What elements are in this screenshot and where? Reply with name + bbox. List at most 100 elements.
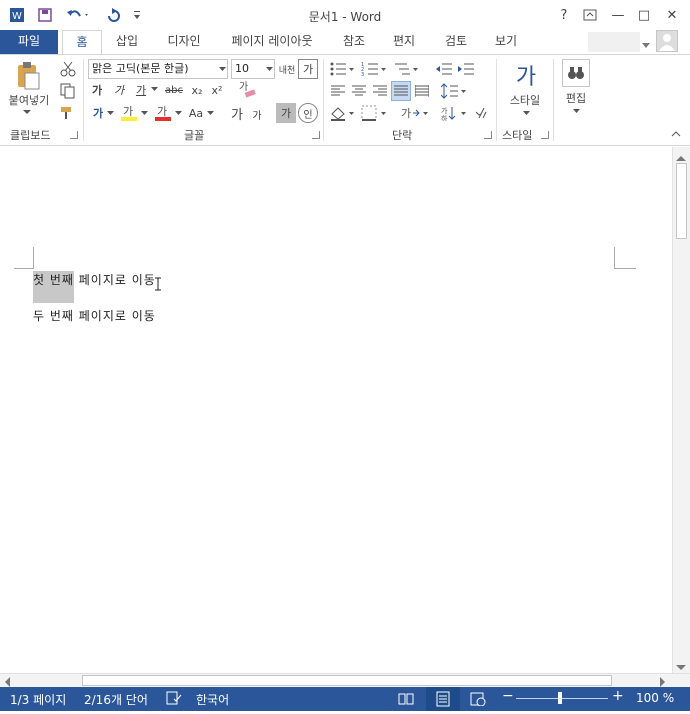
avatar[interactable] (656, 30, 678, 52)
paragraph-launcher-icon[interactable] (484, 131, 492, 139)
highlight-dropdown-icon[interactable] (140, 109, 148, 117)
font-color-dropdown-icon[interactable] (174, 109, 182, 117)
zoom-slider[interactable] (516, 698, 608, 699)
binoculars-icon[interactable] (562, 59, 590, 87)
editing-dropdown-icon[interactable] (572, 107, 580, 115)
shrink-font-icon[interactable]: 가 (248, 105, 266, 123)
show-marks-icon[interactable] (472, 103, 492, 123)
change-case-dropdown-icon[interactable] (206, 109, 214, 117)
justify-icon[interactable] (391, 81, 411, 101)
clipboard-launcher-icon[interactable] (70, 131, 78, 139)
align-left-icon[interactable] (328, 81, 348, 101)
tab-references[interactable]: 참조 (334, 30, 374, 54)
distributed-icon[interactable] (412, 81, 432, 101)
vertical-scroll-thumb[interactable] (676, 163, 687, 239)
scroll-down-icon[interactable] (676, 660, 688, 670)
tab-home[interactable]: 홈 (62, 30, 102, 55)
styles-launcher-icon[interactable] (541, 131, 549, 139)
styles-icon[interactable]: 가 (508, 57, 544, 93)
text-direction-icon[interactable]: 가 (400, 103, 430, 123)
font-name-combo[interactable]: 맑은 고딕(본문 한글) (88, 59, 228, 79)
page-count[interactable]: 1/3 페이지 (10, 691, 66, 708)
copy-icon[interactable] (58, 81, 78, 101)
multilevel-list-icon[interactable] (392, 59, 420, 79)
paste-icon[interactable] (8, 59, 48, 93)
language-indicator[interactable]: 한국어 (196, 691, 229, 708)
shading-icon[interactable] (328, 103, 356, 123)
proofing-icon[interactable] (166, 691, 182, 708)
font-launcher-icon[interactable] (312, 131, 320, 139)
grow-font-icon[interactable]: 가 (228, 103, 246, 123)
account-dropdown-icon[interactable] (642, 38, 650, 48)
clear-formatting-icon[interactable]: 가 (236, 79, 258, 101)
word-count[interactable]: 2/16개 단어 (84, 691, 148, 708)
cut-icon[interactable] (58, 59, 78, 79)
vertical-scrollbar[interactable] (672, 147, 690, 673)
editing-button[interactable]: 편집 (558, 91, 594, 105)
decrease-indent-icon[interactable] (434, 59, 454, 79)
italic-icon[interactable]: 가 (110, 81, 128, 99)
tab-view[interactable]: 보기 (486, 30, 526, 54)
borders-icon[interactable] (360, 103, 388, 123)
underline-dropdown-icon[interactable] (150, 85, 158, 93)
document-paragraph-1[interactable]: 첫 번째 페이지로 이동 (33, 271, 156, 303)
tab-design[interactable]: 디자인 (158, 30, 210, 54)
account-name[interactable] (588, 32, 640, 52)
phonetic-guide-icon[interactable]: 내천 (278, 59, 296, 79)
enclosed-char-icon[interactable]: 인 (298, 103, 318, 123)
styles-dropdown-icon[interactable] (522, 109, 530, 117)
char-shading-icon[interactable]: 가 (276, 103, 296, 123)
horizontal-scrollbar[interactable] (0, 673, 690, 687)
strikethrough-icon[interactable]: abc (162, 81, 186, 99)
align-right-icon[interactable] (370, 81, 390, 101)
underline-icon[interactable]: 가 (132, 81, 150, 99)
enclose-char-icon[interactable]: 가 (298, 59, 318, 79)
bullets-icon[interactable] (328, 59, 356, 79)
increase-indent-icon[interactable] (456, 59, 476, 79)
numbering-icon[interactable]: 123 (360, 59, 388, 79)
svg-text:가: 가 (441, 106, 448, 115)
line-spacing-icon[interactable] (440, 81, 468, 101)
tab-page-layout[interactable]: 페이지 레이아웃 (220, 30, 324, 54)
maximize-button[interactable]: □ (632, 5, 656, 25)
document-paragraph-2[interactable]: 두 번째 페이지로 이동 (33, 307, 156, 324)
minimize-button[interactable]: — (606, 5, 630, 25)
read-mode-icon[interactable] (398, 692, 414, 709)
format-painter-icon[interactable] (58, 103, 78, 123)
selected-text[interactable]: 첫 번째 (33, 271, 74, 303)
highlight-icon[interactable]: 가 (118, 101, 140, 123)
text-effects-dropdown-icon[interactable] (106, 109, 114, 117)
font-name-dropdown-icon[interactable] (218, 65, 226, 73)
bold-icon[interactable]: 가 (88, 81, 106, 99)
scroll-up-icon[interactable] (676, 150, 688, 161)
zoom-level[interactable]: 100 % (636, 691, 674, 705)
tab-file[interactable]: 파일 (0, 30, 58, 54)
ribbon-display-icon[interactable] (578, 5, 602, 25)
web-layout-icon[interactable] (470, 692, 486, 709)
subscript-icon[interactable]: x₂ (188, 81, 206, 99)
font-size-dropdown-icon[interactable] (265, 65, 273, 73)
help-button[interactable]: ? (552, 5, 576, 25)
paste-dropdown-icon[interactable] (22, 107, 32, 117)
align-center-icon[interactable] (349, 81, 369, 101)
zoom-in-button[interactable]: + (612, 688, 624, 704)
text-effects-icon[interactable]: 가 (88, 103, 108, 123)
zoom-out-button[interactable]: − (502, 688, 514, 704)
close-button[interactable]: ✕ (660, 5, 684, 25)
scroll-left-icon[interactable] (4, 676, 14, 687)
tab-insert[interactable]: 삽입 (106, 30, 148, 54)
tab-review[interactable]: 검토 (436, 30, 476, 54)
print-layout-icon[interactable] (426, 687, 460, 711)
horizontal-scroll-thumb[interactable] (82, 675, 612, 686)
sort-icon[interactable]: 가하 (440, 103, 468, 123)
tab-mailings[interactable]: 편지 (384, 30, 424, 54)
font-color-icon[interactable]: 가 (152, 101, 174, 123)
change-case-icon[interactable]: Aa (186, 103, 206, 123)
document-canvas[interactable]: 첫 번째 페이지로 이동 두 번째 페이지로 이동 (0, 147, 672, 673)
styles-button[interactable]: 스타일 (502, 93, 548, 107)
zoom-slider-thumb[interactable] (558, 692, 562, 704)
collapse-ribbon-icon[interactable] (670, 129, 682, 139)
paste-button[interactable]: 붙여넣기 (4, 93, 54, 107)
superscript-icon[interactable]: x² (208, 81, 226, 99)
scroll-right-icon[interactable] (660, 676, 670, 687)
